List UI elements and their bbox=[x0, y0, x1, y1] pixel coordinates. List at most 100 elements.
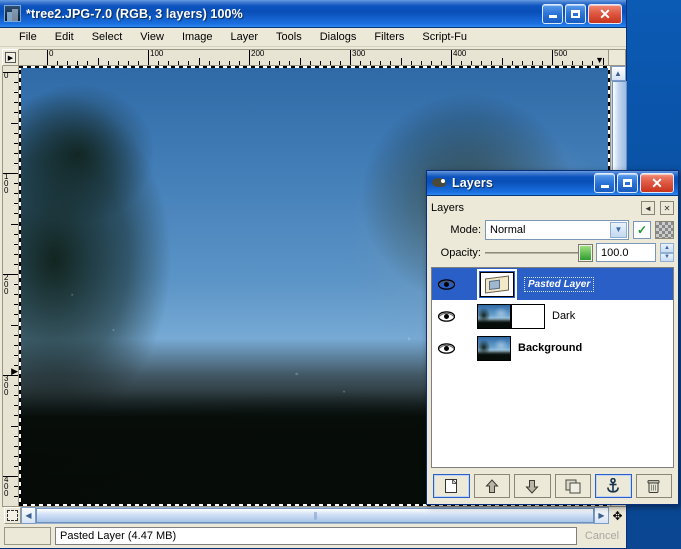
ruler-tick bbox=[572, 61, 574, 65]
table-row[interactable]: Pasted Layer bbox=[432, 268, 673, 300]
opacity-slider-knob[interactable] bbox=[579, 244, 592, 261]
layer-list[interactable]: Pasted Layer Dark Background bbox=[431, 267, 674, 468]
opacity-slider[interactable] bbox=[485, 244, 592, 262]
table-row[interactable]: Background bbox=[432, 332, 673, 364]
layer-visibility-toggle[interactable] bbox=[435, 310, 457, 322]
scroll-up-arrow-icon[interactable]: ▲ bbox=[610, 66, 626, 81]
ruler-tick bbox=[87, 61, 89, 65]
layer-name-label[interactable]: Dark bbox=[552, 310, 575, 322]
ruler-tick bbox=[14, 465, 18, 467]
ruler-tick bbox=[178, 61, 180, 65]
dock-menu-button[interactable]: ◄ bbox=[641, 201, 655, 215]
wilber-icon bbox=[431, 175, 447, 191]
ruler-tick bbox=[14, 354, 18, 356]
menu-select[interactable]: Select bbox=[83, 30, 132, 44]
layer-mask-thumbnail[interactable] bbox=[511, 303, 545, 329]
ruler-tick bbox=[319, 61, 321, 65]
opacity-step-up-icon[interactable]: ▲ bbox=[660, 243, 674, 253]
menu-view[interactable]: View bbox=[131, 30, 173, 44]
menu-edit[interactable]: Edit bbox=[46, 30, 83, 44]
menu-shortcut-button[interactable]: ▶ bbox=[2, 49, 19, 66]
layer-name-label[interactable]: Background bbox=[518, 342, 582, 354]
ruler-label: 0 bbox=[49, 49, 54, 58]
ruler-tick bbox=[137, 61, 139, 65]
ruler-label: 0 bbox=[4, 71, 9, 80]
layer-visibility-toggle[interactable] bbox=[435, 278, 457, 290]
dock-tab-label: Layers bbox=[431, 202, 465, 214]
menu-dialogs[interactable]: Dialogs bbox=[311, 30, 366, 44]
ruler-tick bbox=[14, 263, 18, 265]
ruler-tick bbox=[420, 61, 422, 65]
ruler-tick bbox=[11, 324, 18, 326]
scroll-left-arrow-icon[interactable]: ◀ bbox=[21, 507, 36, 524]
ruler-tick bbox=[259, 61, 261, 65]
scroll-right-arrow-icon[interactable]: ▶ bbox=[594, 507, 609, 524]
eye-icon bbox=[437, 310, 455, 322]
anchor-layer-button[interactable] bbox=[595, 474, 632, 498]
layer-thumbnail[interactable] bbox=[477, 303, 511, 329]
opacity-stepper[interactable]: ▲ ▼ bbox=[660, 243, 674, 262]
layer-thumbnail[interactable] bbox=[477, 335, 511, 361]
opacity-slider-track bbox=[485, 251, 592, 254]
cancel-button[interactable]: Cancel bbox=[580, 527, 624, 545]
arrow-right-icon: ▶ bbox=[5, 52, 16, 63]
image-window-titlebar[interactable]: *tree2.JPG-7.0 (RGB, 3 layers) 100% ✕ bbox=[0, 0, 626, 28]
layers-close-button[interactable]: ✕ bbox=[640, 173, 674, 193]
opacity-step-down-icon[interactable]: ▼ bbox=[660, 252, 674, 262]
delete-layer-button[interactable] bbox=[635, 474, 672, 498]
table-row[interactable]: Dark bbox=[432, 300, 673, 332]
duplicate-layer-button[interactable] bbox=[554, 474, 591, 498]
ruler-tick bbox=[299, 58, 301, 65]
mode-select[interactable]: Normal ▼ bbox=[485, 219, 629, 240]
ruler-tick bbox=[14, 193, 18, 195]
chevron-down-icon[interactable]: ▼ bbox=[610, 221, 627, 238]
ruler-tick bbox=[228, 61, 230, 65]
minimize-button[interactable] bbox=[542, 3, 563, 24]
menu-filters[interactable]: Filters bbox=[365, 30, 413, 44]
opacity-value-input[interactable]: 100.0 bbox=[596, 243, 656, 262]
menu-script-fu[interactable]: Script-Fu bbox=[413, 30, 476, 44]
ruler-tick bbox=[57, 61, 59, 65]
layers-maximize-button[interactable] bbox=[617, 173, 638, 193]
layer-thumbnail[interactable] bbox=[480, 271, 514, 297]
ruler-tick bbox=[592, 61, 594, 65]
ruler-tick bbox=[360, 61, 362, 65]
close-button[interactable]: ✕ bbox=[588, 3, 622, 24]
ruler-tick bbox=[370, 61, 372, 65]
quickmask-toggle-button[interactable] bbox=[4, 507, 21, 524]
transparency-checker-icon bbox=[655, 220, 674, 239]
arrow-up-icon bbox=[485, 478, 499, 493]
window-controls: ✕ bbox=[542, 3, 624, 24]
layers-dialog-titlebar[interactable]: Layers ✕ bbox=[427, 171, 678, 196]
new-layer-button[interactable] bbox=[433, 474, 470, 498]
menu-file[interactable]: File bbox=[10, 30, 46, 44]
layers-toolbar bbox=[431, 472, 674, 500]
mode-row: Mode: Normal ▼ ✓ bbox=[431, 219, 674, 240]
layer-visibility-toggle[interactable] bbox=[435, 342, 457, 354]
horizontal-ruler[interactable]: 0 100 200 300 400 500 ▼ bbox=[19, 49, 609, 66]
hscroll-track[interactable]: ||| bbox=[36, 507, 594, 524]
new-layer-icon bbox=[445, 478, 458, 493]
ruler-tick bbox=[14, 253, 18, 255]
layers-minimize-button[interactable] bbox=[594, 173, 615, 193]
menu-tools[interactable]: Tools bbox=[267, 30, 311, 44]
lower-layer-button[interactable] bbox=[514, 474, 551, 498]
ruler-tick bbox=[14, 385, 18, 387]
canvas-horizontal-scrollbar[interactable]: ◀ ||| ▶ bbox=[21, 507, 609, 526]
maximize-button[interactable] bbox=[565, 3, 586, 24]
ruler-tick bbox=[14, 294, 18, 296]
menu-image[interactable]: Image bbox=[173, 30, 222, 44]
layer-name-editor[interactable]: Pasted Layer bbox=[524, 276, 595, 292]
vertical-ruler[interactable]: 0 1 0 0 2 0 0 3 0 0 4 0 0 ▶ bbox=[2, 66, 19, 507]
ruler-tick bbox=[14, 233, 18, 235]
hscroll-thumb[interactable]: ||| bbox=[36, 508, 594, 523]
raise-layer-button[interactable] bbox=[473, 474, 510, 498]
menu-layer[interactable]: Layer bbox=[222, 30, 268, 44]
dock-close-tab-button[interactable]: ✕ bbox=[660, 201, 674, 215]
ruler-tick bbox=[521, 61, 523, 65]
ruler-tick bbox=[11, 122, 18, 124]
ruler-tick bbox=[14, 142, 18, 144]
lock-alpha-checkbox[interactable]: ✓ bbox=[633, 220, 651, 239]
navigation-preview-button[interactable]: ✥ bbox=[609, 507, 626, 524]
ruler-tick bbox=[14, 92, 18, 94]
